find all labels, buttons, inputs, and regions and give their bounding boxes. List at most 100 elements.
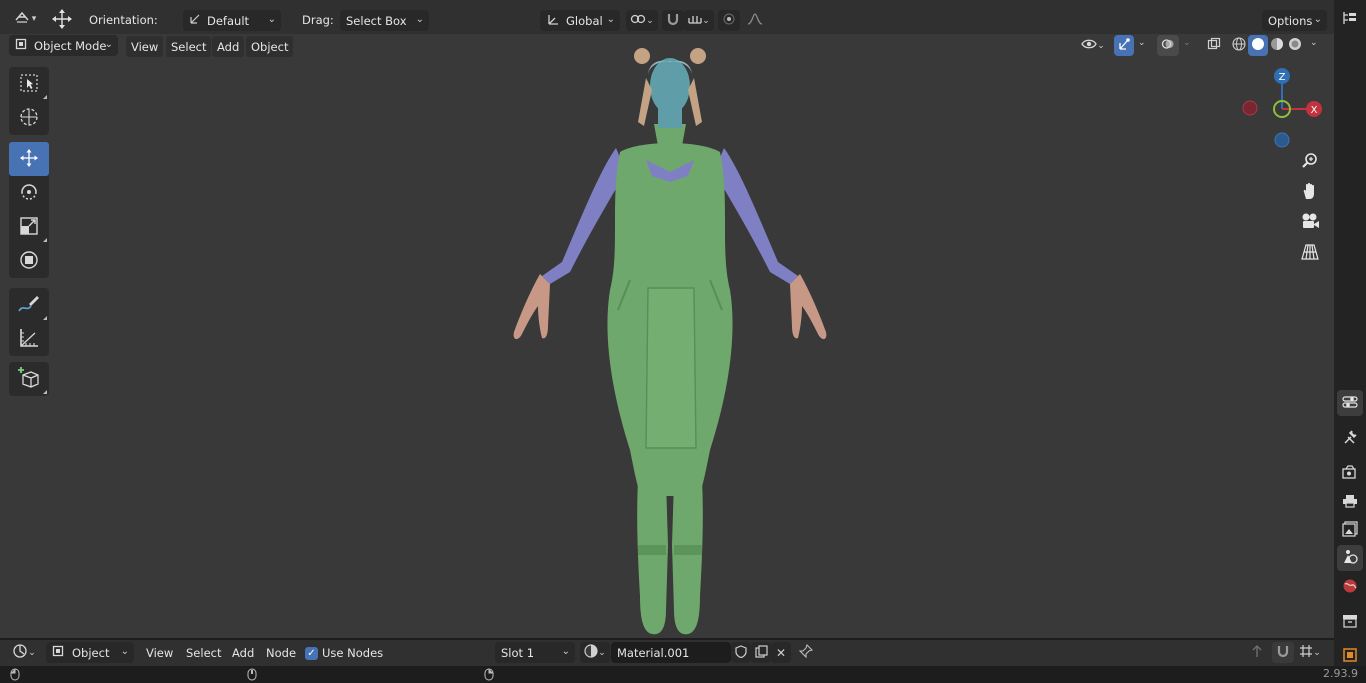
use-nodes-checkbox[interactable]: ✓ Use Nodes xyxy=(305,646,383,660)
menu-add[interactable]: Add xyxy=(212,36,245,57)
snap-toggle[interactable] xyxy=(662,10,684,31)
pivot-point-dropdown[interactable]: ⌄ xyxy=(626,10,658,31)
zoom-button[interactable] xyxy=(1296,148,1324,176)
toolbar-group-add xyxy=(9,362,49,396)
material-name-field[interactable]: Material.001 xyxy=(611,642,731,663)
overlays-options-chevron-icon[interactable]: ⌄ xyxy=(1183,38,1191,48)
gizmo-options-chevron-icon[interactable]: ⌄ xyxy=(1138,38,1146,48)
menu-select[interactable]: Select xyxy=(166,36,212,57)
unlink-material-button[interactable]: ✕ xyxy=(771,642,791,663)
browse-material-button[interactable]: ⌄ xyxy=(580,642,610,663)
camera-view-button[interactable] xyxy=(1296,208,1324,236)
pan-button[interactable] xyxy=(1296,178,1324,206)
proportional-falloff-dropdown[interactable] xyxy=(740,10,770,31)
transform-orientation-dropdown[interactable]: Global ⌄ xyxy=(540,10,620,31)
perspective-toggle-button[interactable] xyxy=(1296,239,1324,267)
tool-scale[interactable] xyxy=(9,210,49,244)
pin-button[interactable] xyxy=(796,642,816,663)
tab-render[interactable] xyxy=(1337,460,1363,486)
shield-icon xyxy=(735,644,747,661)
solid-sphere-icon xyxy=(1251,37,1265,54)
drag-dropdown[interactable]: Select Box ⌄ xyxy=(340,10,429,31)
editor-type-button[interactable]: ▾ xyxy=(8,8,42,29)
orientation-dropdown[interactable]: Default ⌄ xyxy=(183,10,281,31)
gizmo-neg-z-axis[interactable] xyxy=(1274,132,1290,148)
fake-user-toggle[interactable] xyxy=(731,642,751,663)
mouse-left-icon xyxy=(10,668,20,683)
pencil-annotate-icon xyxy=(17,294,41,317)
tool-select-box[interactable] xyxy=(9,67,49,101)
material-slot-dropdown[interactable]: Slot 1 ⌄ xyxy=(495,642,575,663)
object-visibility-dropdown[interactable]: ⌄ xyxy=(1077,35,1109,56)
chevron-down-icon: ⌄ xyxy=(28,647,36,658)
tab-tool[interactable] xyxy=(1337,390,1363,416)
tool-variants-corner xyxy=(43,95,47,99)
checkmark-icon: ✓ xyxy=(305,646,318,660)
transform-orientation-value: Global xyxy=(566,13,603,28)
tool-rotate[interactable] xyxy=(9,176,49,210)
overlays-toggle[interactable] xyxy=(1157,35,1179,56)
transform-icon xyxy=(18,249,40,274)
falloff-curve-icon xyxy=(747,13,763,28)
chevron-down-icon: ⌄ xyxy=(1313,647,1321,658)
toolbar-group-annotate xyxy=(9,288,49,356)
drag-label: Drag: xyxy=(302,13,334,27)
global-axes-icon xyxy=(546,13,560,29)
snap-target-dropdown[interactable]: ⌄ xyxy=(684,10,714,31)
add-cube-icon xyxy=(17,366,41,393)
outliner-toggle[interactable] xyxy=(1337,6,1363,32)
node-menu-node[interactable]: Node xyxy=(261,642,301,663)
tab-tool-properties[interactable] xyxy=(1337,425,1363,451)
node-menu-add[interactable]: Add xyxy=(227,642,259,663)
viewport-editor-icon xyxy=(14,10,30,27)
tab-collection[interactable] xyxy=(1337,609,1363,635)
3d-viewport[interactable]: Object Mode ⌄ View Select Add Object ⌄ ⌄… xyxy=(0,34,1334,638)
shading-solid-button[interactable] xyxy=(1248,35,1268,56)
gizmo-neg-x-axis[interactable] xyxy=(1242,100,1258,116)
node-snap-element-dropdown[interactable]: ⌄ xyxy=(1295,642,1325,663)
tab-output[interactable] xyxy=(1337,489,1363,515)
parent-node-tree-button[interactable] xyxy=(1247,642,1267,663)
overlays-icon xyxy=(1161,37,1175,54)
menu-view[interactable]: View xyxy=(126,36,164,57)
tab-scene[interactable] xyxy=(1337,545,1363,571)
cursor-crosshair-icon xyxy=(18,106,40,131)
tool-measure[interactable] xyxy=(9,322,49,356)
tab-view-layer[interactable] xyxy=(1337,517,1363,543)
tool-cursor[interactable] xyxy=(9,101,49,135)
shading-material-button[interactable] xyxy=(1268,35,1286,56)
navigation-gizmo[interactable]: Z X xyxy=(1236,68,1332,148)
tool-settings-icon xyxy=(1342,394,1358,413)
zoom-magnifier-icon xyxy=(1301,152,1319,173)
show-gizmo-toggle[interactable] xyxy=(1114,35,1134,56)
node-snap-toggle[interactable] xyxy=(1272,642,1294,663)
chevron-down-icon: ⌄ xyxy=(598,647,606,658)
proportional-editing-toggle[interactable] xyxy=(718,10,740,31)
gizmo-icon xyxy=(1117,37,1131,54)
shader-type-dropdown[interactable]: Object ⌄ xyxy=(46,642,134,663)
tab-world[interactable] xyxy=(1337,574,1363,600)
chevron-down-icon: ⌄ xyxy=(415,14,424,25)
character-model[interactable] xyxy=(470,40,870,638)
node-menu-select[interactable]: Select xyxy=(181,642,226,663)
object-orange-square-icon xyxy=(1342,647,1358,666)
printer-icon xyxy=(1342,494,1358,511)
node-editor-type-button[interactable]: ⌄ xyxy=(8,642,40,663)
new-material-button[interactable] xyxy=(751,642,771,663)
object-mode-dropdown[interactable]: Object Mode ⌄ xyxy=(9,35,118,56)
eye-icon xyxy=(1081,38,1097,53)
tool-add-cube[interactable] xyxy=(9,362,49,396)
shading-wireframe-button[interactable] xyxy=(1230,35,1248,56)
snap-increment-icon xyxy=(688,13,702,28)
xray-toggle[interactable] xyxy=(1203,35,1225,56)
chevron-down-icon: ⌄ xyxy=(606,14,615,25)
menu-object[interactable]: Object xyxy=(246,36,294,57)
outliner-icon xyxy=(1342,10,1358,29)
tool-move[interactable] xyxy=(9,142,49,176)
shading-rendered-button[interactable] xyxy=(1286,35,1304,56)
node-menu-view[interactable]: View xyxy=(141,642,178,663)
options-dropdown[interactable]: Options ⌄ xyxy=(1262,10,1327,31)
tool-transform[interactable] xyxy=(9,244,49,278)
shading-options-chevron-icon[interactable]: ⌄ xyxy=(1310,38,1318,48)
tool-annotate[interactable] xyxy=(9,288,49,322)
